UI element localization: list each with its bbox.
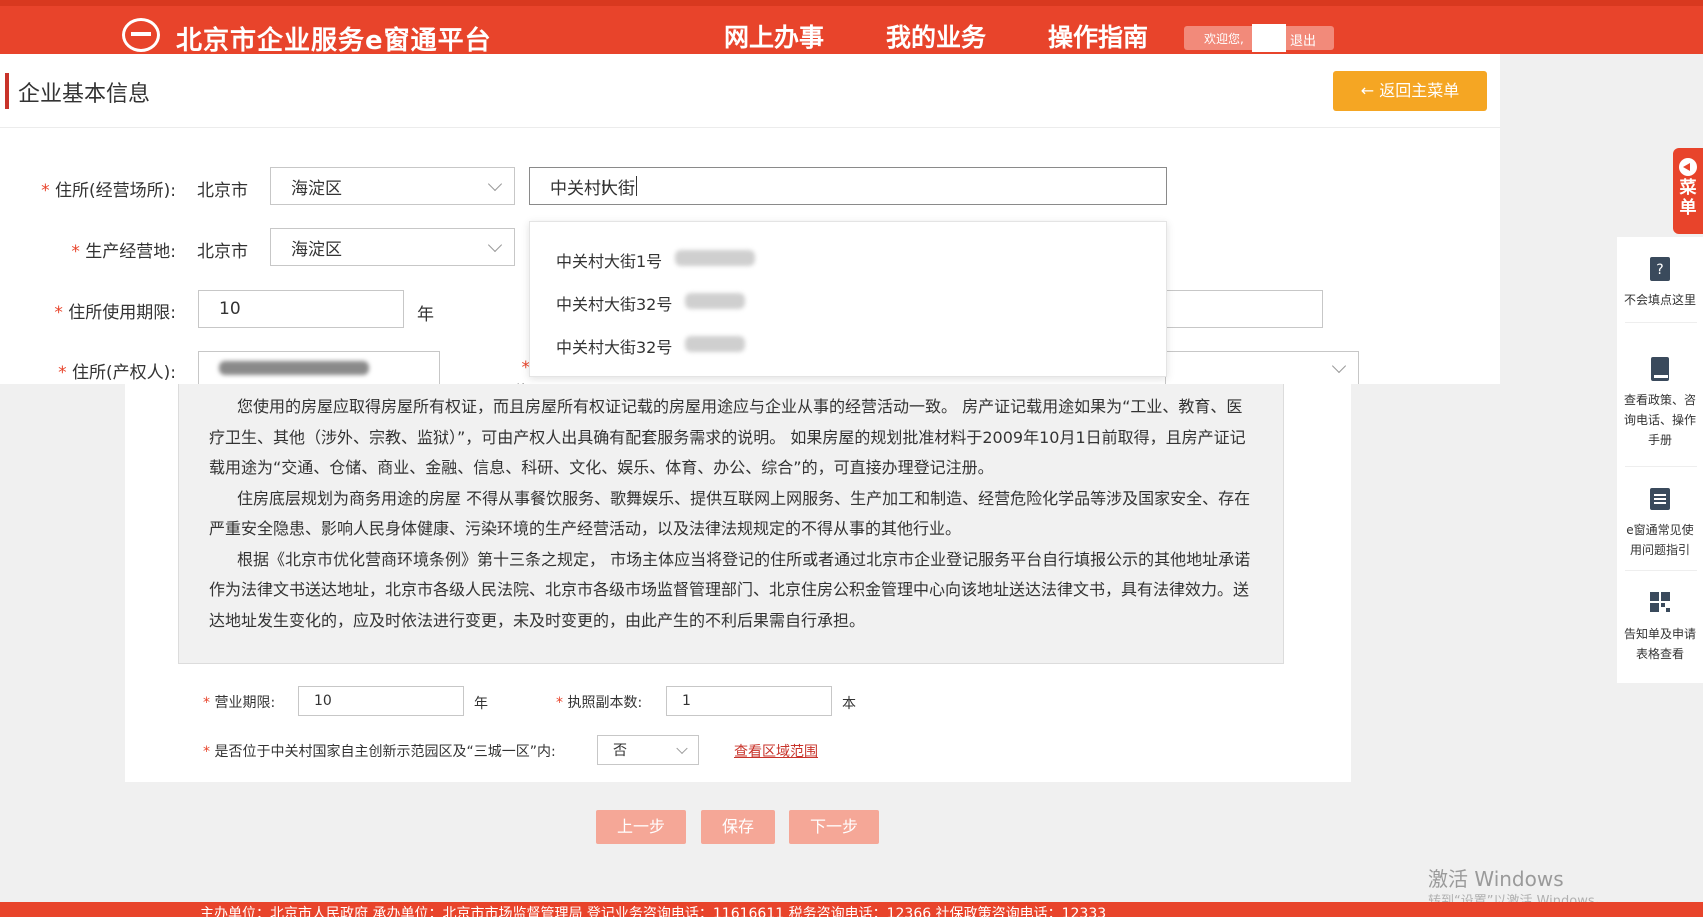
license-copies-unit: 本 [842, 696, 856, 712]
user-name [1252, 24, 1286, 52]
chevron-down-icon [487, 237, 503, 253]
side-item-forms[interactable]: 告知单及申请表格查看 [1617, 590, 1703, 664]
svg-text:?: ? [1656, 262, 1663, 278]
blurred-owner [219, 361, 369, 375]
header-shade [0, 0, 1703, 6]
text-caret [636, 176, 637, 196]
save-button[interactable]: 保存 [701, 810, 775, 844]
side-divider [1625, 570, 1697, 571]
address-label: * 住所(经营场所): [41, 181, 176, 201]
side-divider [1625, 466, 1697, 467]
chevron-down-icon [676, 742, 688, 755]
suggestion-item[interactable]: 中关村大街32号 [556, 291, 672, 315]
site-title: 北京市企业服务e窗通平台 [176, 26, 492, 56]
e-logo-icon [122, 18, 160, 52]
nav-online-service[interactable]: 网上办事 [724, 18, 824, 54]
side-item-label: 告知单及申请表格查看 [1623, 627, 1696, 661]
chevron-down-icon [1331, 358, 1347, 374]
logout-link[interactable]: 退出 [1290, 30, 1316, 49]
next-step-button[interactable]: 下一步 [789, 810, 879, 844]
owner-input[interactable] [198, 351, 440, 384]
side-item-label: 不会填点这里 [1623, 293, 1696, 307]
list-icon [1649, 486, 1671, 512]
book-icon [1649, 356, 1671, 382]
footer-bar: 主办单位：北京市人民政府 承办单位：北京市市场监督管理局 登记业务咨询电话：11… [0, 902, 1703, 917]
address-street-input[interactable]: 中关村大街 [529, 167, 1167, 205]
term-label: * 住所使用期限: [54, 303, 176, 323]
side-item-label: e窗通常见使用问题指引 [1626, 523, 1694, 557]
menu-tab-label: 菜单 [1679, 178, 1697, 218]
address-notice: 您使用的房屋应取得房屋所有权证，而且房屋所有权证记载的房屋用途应与企业从事的经营… [178, 384, 1284, 664]
address-district-select[interactable]: 海淀区 [270, 167, 515, 205]
footer-text: 主办单位：北京市人民政府 承办单位：北京市市场监督管理局 登记业务咨询电话：11… [200, 906, 1107, 917]
business-term-label: * 营业期限: [203, 695, 276, 711]
blurred-text [675, 250, 755, 266]
suggestion-item[interactable]: 中关村大街32号 [556, 334, 672, 358]
back-to-menu-button[interactable]: ← 返回主菜单 [1333, 71, 1487, 111]
notice-paragraph: 住房底层规划为商务用途的房屋 不得从事餐饮服务、歌舞娱乐、提供互联网上网服务、生… [209, 488, 1251, 539]
side-item-label: 查看政策、咨询电话、操作手册 [1623, 393, 1696, 447]
i-beam-cursor-icon: I [601, 177, 607, 198]
term-input[interactable]: 10 [198, 290, 404, 328]
zone-question-label: * 是否位于中关村国家自主创新示范园区及“三城一区”内: [203, 744, 556, 760]
windows-activation-watermark: 激活 Windows [1428, 867, 1564, 891]
right-field-input[interactable] [1165, 290, 1323, 328]
qrcode-icon [1649, 590, 1671, 616]
question-book-icon: ? [1649, 256, 1671, 282]
production-city: 北京市 [197, 242, 248, 262]
owner-label: * 住所(产权人): [58, 363, 176, 383]
view-zone-link[interactable]: 查看区域范围 [734, 741, 818, 761]
title-divider [0, 127, 1500, 128]
prev-step-button[interactable]: 上一步 [596, 810, 686, 844]
address-suggestion-dropdown: 中关村大街1号 中关村大街32号 中关村大街32号 [529, 221, 1167, 377]
chevron-down-icon [487, 176, 503, 192]
address-city: 北京市 [197, 181, 248, 201]
arrow-left-icon [1679, 158, 1697, 176]
blurred-text [685, 293, 745, 309]
menu-tab[interactable]: 菜单 [1673, 148, 1703, 234]
business-term-input[interactable]: 10 [298, 686, 464, 716]
production-label: * 生产经营地: [71, 242, 176, 262]
notice-paragraph: 根据《北京市优化营商环境条例》第十三条之规定， 市场主体应当将登记的住所或者通过… [209, 549, 1251, 630]
nav-my-business[interactable]: 我的业务 [886, 18, 986, 54]
suggestion-item[interactable]: 中关村大街1号 [556, 248, 662, 272]
user-welcome: 欢迎您, [1204, 32, 1244, 46]
license-copies-label: * 执照副本数: [556, 695, 643, 711]
notice-paragraph: 您使用的房屋应取得房屋所有权证，而且房屋所有权证记载的房屋用途应与企业从事的经营… [209, 397, 1246, 477]
right-select[interactable] [1165, 351, 1359, 384]
side-item-help[interactable]: ? 不会填点这里 [1617, 256, 1703, 310]
side-divider [1625, 322, 1697, 323]
production-district-select[interactable]: 海淀区 [270, 228, 515, 266]
nav-operation-guide[interactable]: 操作指南 [1048, 18, 1148, 54]
license-copies-input[interactable]: 1 [666, 686, 832, 716]
title-accent-bar [5, 73, 9, 109]
page-title: 企业基本信息 [18, 82, 151, 107]
side-item-policy[interactable]: 查看政策、咨询电话、操作手册 [1617, 356, 1703, 450]
term-unit: 年 [417, 305, 434, 325]
business-term-unit: 年 [474, 696, 488, 712]
zone-select[interactable]: 否 [597, 735, 699, 765]
side-item-faq[interactable]: e窗通常见使用问题指引 [1617, 486, 1703, 560]
blurred-text [685, 336, 745, 352]
